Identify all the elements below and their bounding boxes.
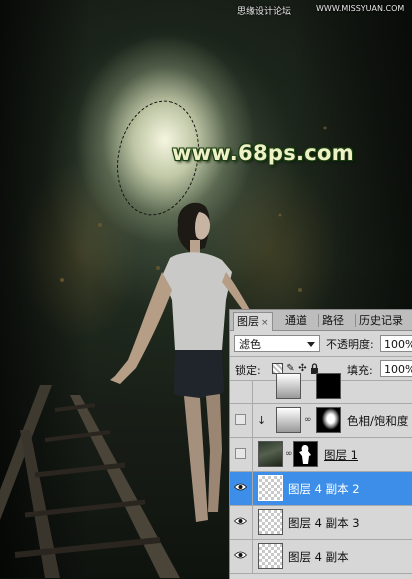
watermark-top-left: 思缘设计论坛 bbox=[237, 7, 292, 17]
chevron-down-icon bbox=[307, 342, 315, 347]
tab-history[interactable]: 历史记录 bbox=[356, 312, 406, 329]
tab-channels[interactable]: 通道 bbox=[282, 312, 310, 329]
mask-thumbnail bbox=[316, 407, 341, 433]
layer-row[interactable]: 图层 4 副本 3 bbox=[230, 506, 412, 540]
visibility-cell[interactable] bbox=[230, 472, 253, 505]
mask-thumbnail bbox=[293, 441, 318, 467]
railway-tracks bbox=[0, 385, 180, 578]
visibility-cell[interactable] bbox=[230, 540, 253, 573]
lock-label: 锁定: bbox=[235, 364, 261, 377]
mask-thumbnail bbox=[316, 373, 341, 399]
tab-layers[interactable]: 图层 × bbox=[233, 312, 273, 331]
visibility-cell[interactable] bbox=[230, 404, 253, 437]
panel-tab-bar: 图层 × 通道 路径 历史记录 bbox=[230, 310, 412, 331]
close-icon[interactable]: × bbox=[261, 318, 269, 328]
visibility-cell[interactable] bbox=[230, 381, 253, 403]
layer-thumbnail bbox=[258, 475, 283, 501]
site-watermark-text: www.68ps.com bbox=[172, 141, 354, 165]
fill-label: 填充: bbox=[347, 364, 373, 377]
layer-name: 图层 4 副本 bbox=[288, 550, 349, 564]
clipping-mask-arrow-icon: ↓ bbox=[257, 414, 267, 427]
layer-name: 图层 4 副本 3 bbox=[288, 516, 360, 530]
layer-name: 图层 1 bbox=[324, 448, 358, 462]
layer-name: 色相/饱和度 bbox=[347, 414, 409, 428]
opacity-input[interactable]: 100% bbox=[380, 335, 412, 352]
layer-row[interactable]: ∞ 图层 1 bbox=[230, 438, 412, 472]
fill-input[interactable]: 100% bbox=[380, 360, 412, 377]
eye-icon[interactable] bbox=[234, 551, 247, 559]
layer-row[interactable]: ↓ ∞ 色相/饱和度 bbox=[230, 404, 412, 438]
visibility-cell[interactable] bbox=[230, 506, 253, 539]
layer-row-selected[interactable]: 图层 4 副本 2 bbox=[230, 472, 412, 506]
hue-saturation-adjustment-icon bbox=[276, 407, 301, 433]
visibility-toggle-off[interactable] bbox=[235, 448, 246, 459]
chain-link-icon[interactable]: ∞ bbox=[304, 415, 312, 425]
blend-options-row: 滤色 不透明度: 100% bbox=[230, 332, 412, 357]
layer-thumbnail bbox=[258, 543, 283, 569]
tab-paths[interactable]: 路径 bbox=[319, 312, 347, 329]
layers-panel: 图层× 通道 路径 历史记录 滤色 不透明度: 100% 锁定: ✎ ✣ 填充:… bbox=[229, 309, 412, 579]
layer-name: 图层 4 副本 2 bbox=[288, 482, 360, 496]
opacity-label: 不透明度: bbox=[326, 338, 374, 351]
watermark-top-right: WWW.MISSYUAN.COM bbox=[316, 4, 405, 13]
visibility-toggle-off[interactable] bbox=[235, 414, 246, 425]
chain-link-icon[interactable]: ∞ bbox=[285, 449, 293, 459]
blend-mode-select[interactable]: 滤色 bbox=[234, 335, 320, 352]
adjustment-thumbnail bbox=[276, 373, 301, 399]
layer-thumbnail bbox=[258, 441, 283, 467]
layer-row[interactable] bbox=[230, 373, 412, 404]
blend-mode-value: 滤色 bbox=[239, 338, 261, 351]
visibility-cell[interactable] bbox=[230, 438, 253, 471]
layer-thumbnail bbox=[258, 509, 283, 535]
eye-icon[interactable] bbox=[234, 517, 247, 525]
layer-row[interactable]: 图层 4 副本 bbox=[230, 540, 412, 574]
tab-layers-label: 图层 bbox=[237, 315, 259, 328]
eye-icon[interactable] bbox=[234, 483, 247, 491]
